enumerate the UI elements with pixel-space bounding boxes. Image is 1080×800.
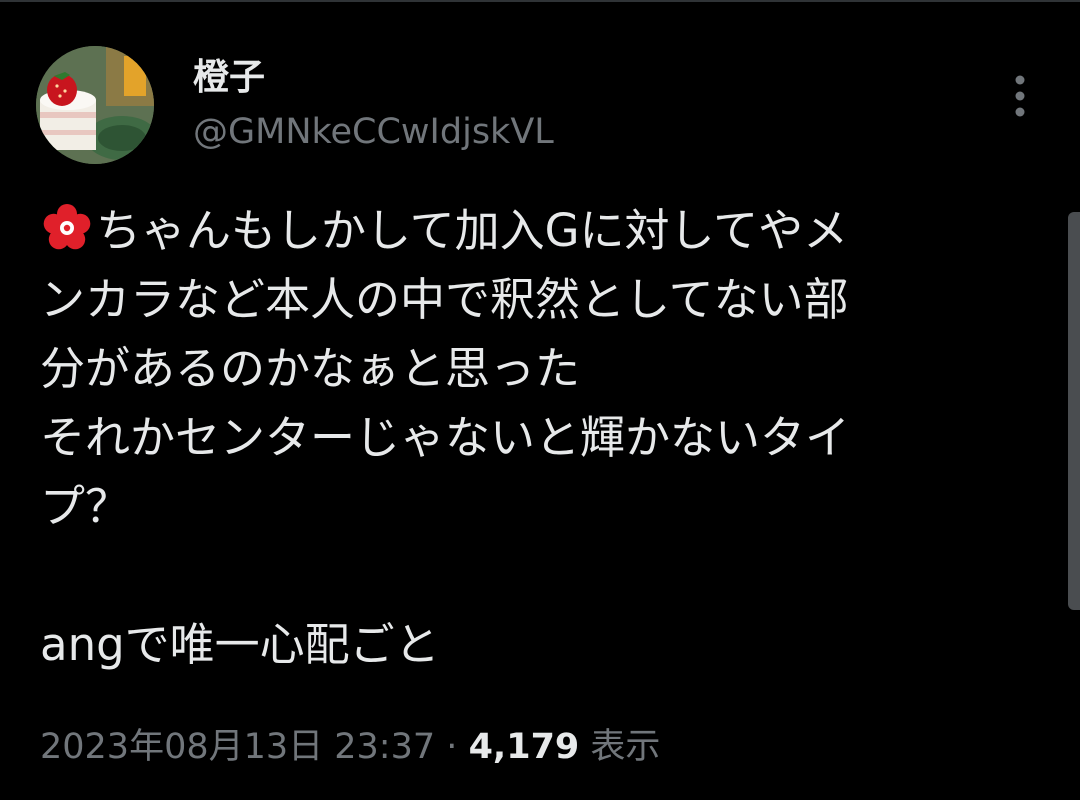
post-text-blank-line bbox=[40, 541, 1050, 610]
avatar[interactable] bbox=[36, 46, 154, 164]
author-display-name[interactable]: 橙子 bbox=[193, 54, 554, 102]
author-handle[interactable]: @GMNkeCCwIdjskVL bbox=[193, 108, 554, 156]
more-vertical-icon bbox=[1015, 75, 1025, 117]
post-text-line-content: ちゃんもしかして加入Gに対してやメ bbox=[96, 204, 849, 257]
post-text-line: angで唯一心配ごと bbox=[40, 618, 440, 671]
post-text-line: プ？ bbox=[40, 480, 131, 533]
post-text: ちゃんもしかして加入Gに対してやメ ンカラなど本人の中で釈然としてない部 分があ… bbox=[40, 196, 1050, 679]
author-block: 橙子 @GMNkeCCwIdjskVL bbox=[193, 54, 554, 156]
meta-separator: · bbox=[446, 727, 458, 767]
post-text-line: ンカラなど本人の中で釈然としてない部 bbox=[40, 273, 849, 326]
post-text-line: ちゃんもしかして加入Gに対してやメ bbox=[40, 196, 1050, 265]
scrollbar[interactable] bbox=[1068, 212, 1080, 610]
red-flower-icon bbox=[43, 204, 91, 250]
views-count[interactable]: 4,179 bbox=[469, 727, 580, 767]
post-timestamp[interactable]: 2023年08月13日 23:37 bbox=[40, 727, 435, 767]
post-text-line: 分があるのかなぁと思った bbox=[40, 342, 581, 395]
views-label: 表示 bbox=[590, 727, 661, 767]
post-metadata: 2023年08月13日 23:37 · 4,179 表示 bbox=[40, 723, 660, 771]
avatar-photo bbox=[36, 46, 154, 164]
top-divider bbox=[0, 0, 1080, 2]
post-text-line: それかセンターじゃないと輝かないタイ bbox=[40, 411, 851, 464]
more-options-button[interactable] bbox=[1000, 70, 1040, 122]
